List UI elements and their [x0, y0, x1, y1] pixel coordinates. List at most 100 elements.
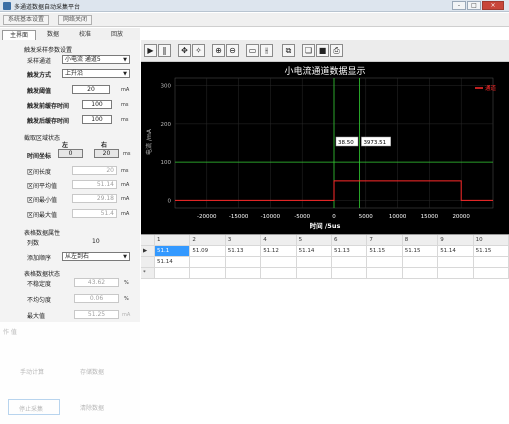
grid-cell[interactable] [438, 257, 474, 268]
tab-bar: 主界面 数据 校准 回放 [0, 28, 140, 40]
manual-calc-button[interactable]: 手动计算 [20, 367, 44, 376]
grid-cell[interactable]: 51.14 [296, 246, 332, 257]
pause-icon[interactable]: ‖ [158, 44, 171, 57]
channel-label: 采样通道 [27, 58, 52, 65]
title-bar: 多通道数据自动采集平台 - □ × [0, 0, 509, 12]
left-coord-value: 0 [58, 149, 83, 158]
grid-cell[interactable]: 51.15 [473, 246, 509, 257]
grid-cell[interactable] [332, 268, 368, 279]
channel-select[interactable]: 小电流 通道5 ▼ [62, 55, 130, 64]
chart-area: 小电流通道数据显示 -20000 -15000 -10000 -5000 0 5000 100… [141, 62, 509, 234]
x-tick-label: 10000 [389, 214, 407, 220]
table-props-group-title: 表格数据属性 [24, 230, 61, 237]
network-close-button[interactable]: 网络关闭 [58, 15, 93, 25]
grid-cell[interactable] [261, 257, 297, 268]
max-unit: mA [121, 211, 130, 217]
grid-cell[interactable] [402, 257, 439, 268]
tab-playback[interactable]: 回放 [102, 30, 132, 40]
coord-unit: ms [123, 151, 131, 157]
y-tick-label: 0 [168, 198, 172, 204]
menu-bar: 系统基本设置 网络关闭 [0, 13, 509, 27]
grid-cell[interactable]: 51.13 [225, 246, 262, 257]
trigger-mode-select[interactable]: 上升沿 ▼ [62, 69, 130, 78]
current-chart: 小电流通道数据显示 -20000 -15000 -10000 -5000 0 5000 100… [145, 65, 497, 230]
maximize-button[interactable]: □ [467, 1, 481, 10]
x-tick-label: -15000 [229, 214, 249, 220]
tab-main[interactable]: 主界面 [2, 30, 36, 40]
grid-cell[interactable] [402, 268, 439, 279]
tab-data[interactable]: 数据 [38, 30, 68, 40]
grid-cell[interactable] [296, 257, 332, 268]
close-button[interactable]: × [482, 1, 504, 10]
y-tick-label: 100 [161, 160, 172, 166]
x-tick-label: 5000 [359, 214, 373, 220]
post-time-input[interactable]: 100 [82, 115, 112, 124]
chevron-down-icon: ▼ [123, 71, 127, 77]
grid-cell[interactable] [296, 268, 332, 279]
grid-row-header[interactable]: ▶ [141, 246, 155, 257]
stop-acquisition-button[interactable]: 停止采集 [8, 399, 60, 415]
grid-cell[interactable] [473, 268, 509, 279]
grid-cell[interactable]: 51.15 [367, 246, 403, 257]
grid-cell[interactable]: 51.12 [261, 246, 297, 257]
chart-toolbar: ▶ ‖ ✥ ✧ ⊕ ⊖ ▭ ⫲ ⧉ ❏ ■ ⎙ [141, 40, 509, 62]
balance-unit: % [124, 296, 129, 302]
grid-row-header[interactable] [141, 257, 155, 268]
minimize-button[interactable]: - [452, 1, 466, 10]
grid-cell[interactable] [155, 268, 191, 279]
cursor-readout-label: 38.50 [338, 140, 354, 146]
copy-icon[interactable]: ⧉ [282, 44, 295, 57]
maximum-value: 51.25 [74, 310, 119, 319]
grid-cell[interactable] [190, 257, 226, 268]
order-select[interactable]: 从左到右 ▼ [62, 252, 130, 261]
zoom-in-icon[interactable]: ⊕ [212, 44, 225, 57]
left-panel: 触发采样参数设置 采样通道 小电流 通道5 ▼ 触发方式 上升沿 ▼ 触发阈值 … [0, 40, 140, 424]
legend-label: 通道 [485, 84, 497, 92]
grid-corner [141, 235, 155, 246]
grid-cell[interactable]: 51.1 [155, 246, 191, 257]
tab-calibrate[interactable]: 校准 [70, 30, 100, 40]
grid-column-header: 2 [190, 235, 226, 246]
cursor-icon[interactable]: ⫲ [260, 44, 273, 57]
grid-cell[interactable] [190, 268, 226, 279]
paste-icon[interactable]: ❏ [302, 44, 315, 57]
x-tick-label: -5000 [294, 214, 310, 220]
grid-cell[interactable] [225, 257, 262, 268]
min-label: 区间最小值 [27, 197, 58, 204]
y-tick-label: 300 [161, 84, 172, 90]
avg-label: 区间平均值 [27, 183, 58, 190]
system-settings-button[interactable]: 系统基本设置 [3, 15, 50, 25]
grid-cell[interactable] [261, 268, 297, 279]
y-axis-label: 电流 /mA [145, 128, 153, 155]
grid-row-header[interactable]: * [141, 268, 155, 279]
grid-cell[interactable]: 51.13 [332, 246, 368, 257]
grid-cell[interactable] [438, 268, 474, 279]
grid-cell[interactable] [473, 257, 509, 268]
zoom-box-icon[interactable]: ▭ [246, 44, 259, 57]
pre-time-label: 触发前缓存时间 [27, 103, 70, 110]
grid-cell[interactable] [367, 257, 403, 268]
grid-cell[interactable]: 51.14 [155, 257, 191, 268]
play-icon[interactable]: ▶ [144, 44, 157, 57]
grid-cell[interactable]: 51.14 [438, 246, 474, 257]
grid-cell[interactable]: 51.15 [402, 246, 439, 257]
balance-value: 0.06 [74, 294, 119, 303]
length-label: 区间长度 [27, 169, 52, 176]
select-icon[interactable]: ✧ [192, 44, 205, 57]
grid-cell[interactable] [367, 268, 403, 279]
grid-cell[interactable]: 51.09 [190, 246, 226, 257]
threshold-input[interactable]: 20 [72, 85, 110, 94]
min-unit: mA [121, 196, 130, 202]
print-icon[interactable]: ⎙ [330, 44, 343, 57]
columns-value[interactable]: 10 [92, 238, 100, 245]
pan-icon[interactable]: ✥ [178, 44, 191, 57]
grid-cell[interactable] [332, 257, 368, 268]
length-unit: ms [121, 168, 129, 174]
save-icon[interactable]: ■ [316, 44, 329, 57]
clear-data-button[interactable]: 清除数据 [80, 403, 104, 412]
pre-time-input[interactable]: 100 [82, 100, 112, 109]
save-data-button[interactable]: 存储数据 [80, 367, 104, 376]
zoom-out-icon[interactable]: ⊖ [226, 44, 239, 57]
grid-column-header: 7 [367, 235, 403, 246]
grid-cell[interactable] [225, 268, 262, 279]
